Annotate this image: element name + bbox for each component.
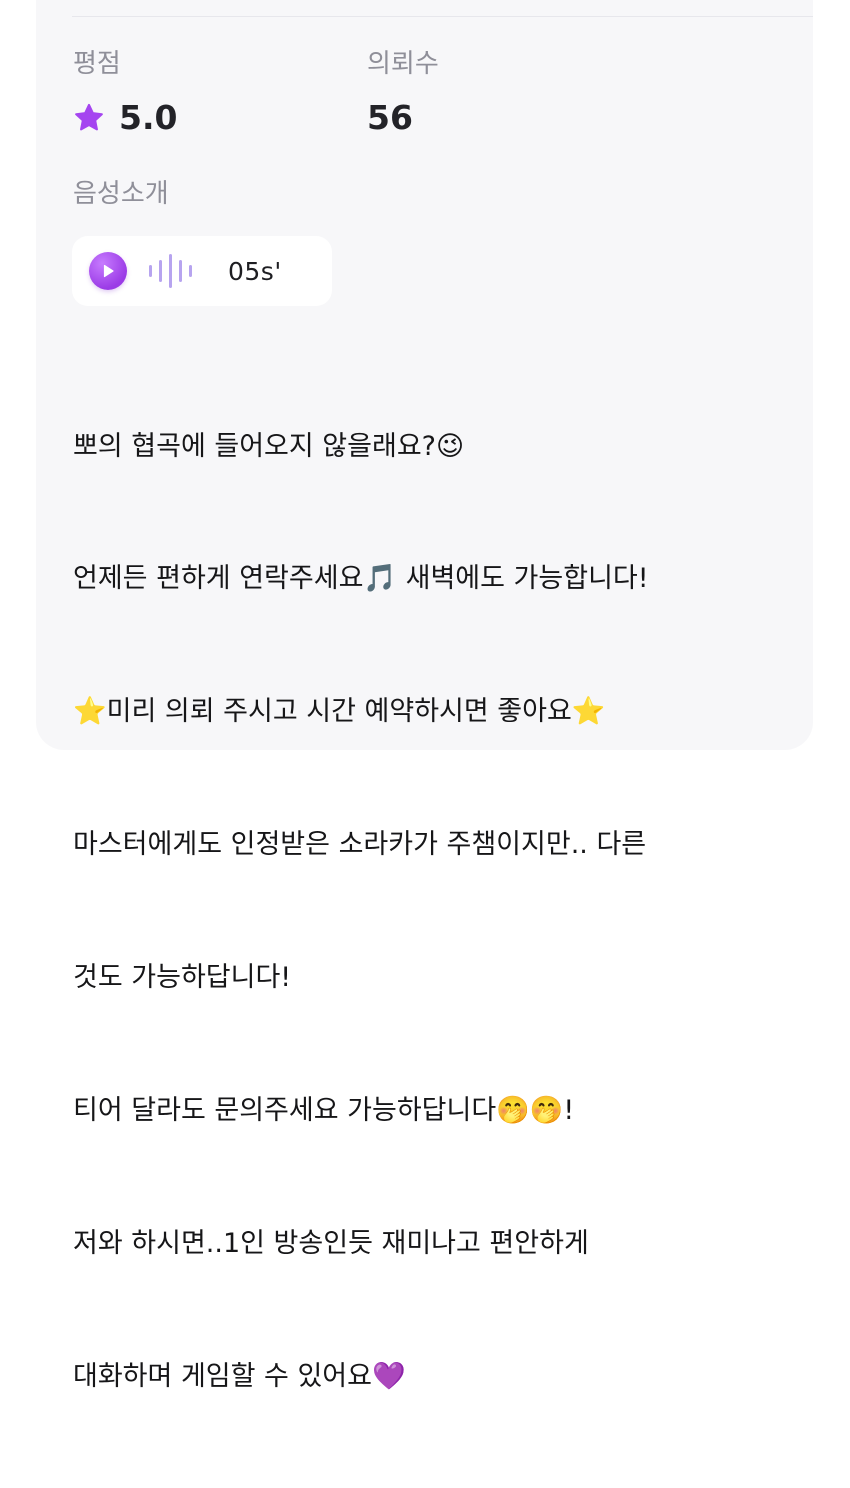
- rating-label: 평점: [73, 49, 121, 79]
- intro-line: 저와 하시면..1인 방송인듯 재미나고 편안하게: [73, 1227, 589, 1259]
- requests-value-row: 56: [367, 98, 439, 138]
- intro-line: 마스터에게도 인정받은 소라카가 주챔이지만.. 다른: [73, 829, 647, 861]
- intro-line: 것도 가능하답니다!: [73, 962, 292, 994]
- requests-stat: 의뢰수 56: [367, 46, 439, 138]
- rating-value-row: 5.0: [73, 98, 177, 138]
- intro-line: 대화하며 게임할 수 있어요💜: [73, 1360, 406, 1392]
- profile-detail-card: 평점 5.0 의뢰수 56 음성소개 05s' 뽀의 협곡에 들어오지 않을래요…: [36, 0, 813, 1392]
- voice-duration: 05s': [228, 256, 282, 286]
- intro-line: 언제든 편하게 연락주세요🎵 새벽에도 가능합니다!: [73, 563, 649, 595]
- requests-value: 56: [367, 98, 413, 137]
- star-icon: [75, 103, 103, 131]
- rating-stat: 평점 5.0: [73, 46, 177, 138]
- requests-label: 의뢰수: [367, 49, 439, 79]
- intro-text: 뽀의 협곡에 들어오지 않을래요?😉 언제든 편하게 연락주세요🎵 새벽에도 가…: [73, 336, 813, 1488]
- section-divider: [72, 16, 813, 17]
- intro-line: 뽀의 협곡에 들어오지 않을래요?😉: [73, 430, 465, 462]
- rating-value: 5.0: [119, 98, 178, 137]
- intro-line: 티어 달라도 문의주세요 가능하답니다🤭🤭!: [73, 1095, 575, 1127]
- waveform-icon: [149, 251, 192, 291]
- voice-intro-label: 음성소개: [73, 179, 169, 209]
- play-icon: [103, 264, 114, 278]
- voice-intro-player[interactable]: 05s': [72, 236, 332, 306]
- intro-line: ⭐미리 의뢰 주시고 시간 예약하시면 좋아요⭐: [73, 696, 606, 728]
- play-button[interactable]: [89, 252, 127, 290]
